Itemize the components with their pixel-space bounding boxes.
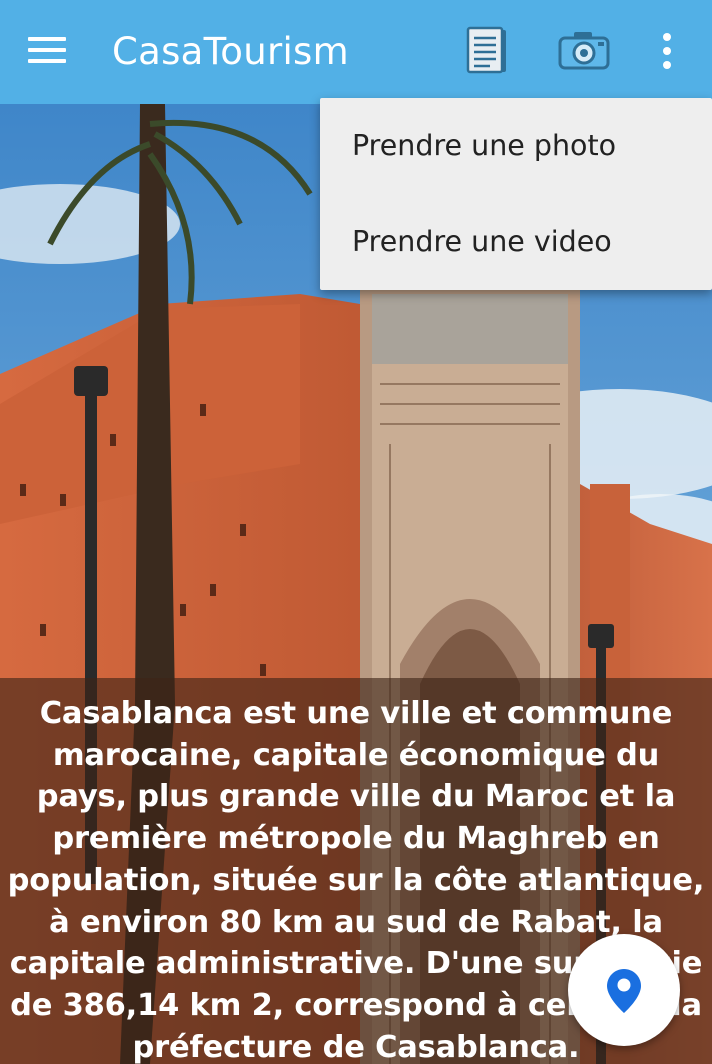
hamburger-menu-icon[interactable] xyxy=(28,37,68,65)
document-icon[interactable] xyxy=(464,26,512,76)
app-bar: CasaTourism xyxy=(0,0,712,104)
location-fab-button[interactable] xyxy=(568,934,680,1046)
location-pin-icon xyxy=(607,969,641,1013)
more-vert-icon[interactable] xyxy=(654,30,680,74)
camera-icon[interactable] xyxy=(558,30,610,72)
app-title: CasaTourism xyxy=(112,30,349,73)
overflow-menu: Prendre une photo Prendre une video xyxy=(320,98,712,290)
menu-item-take-photo[interactable]: Prendre une photo xyxy=(320,98,712,194)
menu-item-take-video[interactable]: Prendre une video xyxy=(320,194,712,290)
